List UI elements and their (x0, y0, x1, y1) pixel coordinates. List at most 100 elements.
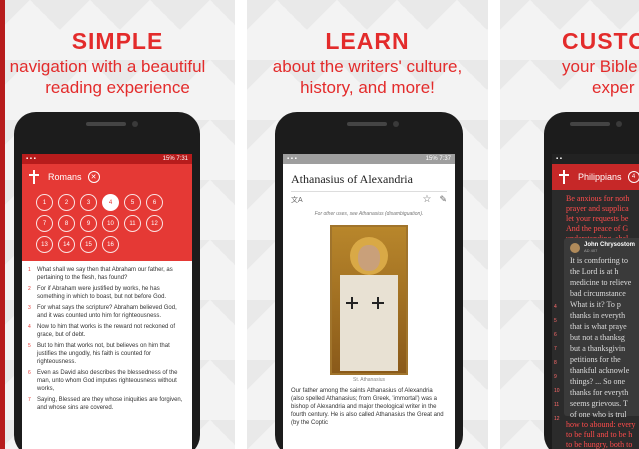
panel-headline: CUSTO (562, 28, 639, 54)
verse-row[interactable]: 6 Even as David also describes the blesse… (22, 369, 192, 393)
verse-number: 3 (28, 305, 31, 311)
chapter-badge[interactable]: 4 (627, 171, 639, 183)
phone-screen: ▪ ▪ Philippians 4 Be anxious for noth pra… (552, 154, 639, 449)
commentary-line: of one who is trul (570, 410, 627, 419)
chapter-button-16[interactable]: 16 (102, 236, 119, 253)
chapter-button-6[interactable]: 6 (146, 194, 163, 211)
chapter-button-13[interactable]: 13 (36, 236, 53, 253)
panel-subline: history, and more! (300, 78, 435, 97)
commentary-line: things? ... So one (570, 377, 626, 386)
verse-number: 2 (28, 286, 31, 292)
verse-list: 1 What shall we say then that Abraham our… (22, 261, 192, 412)
chapter-button-2[interactable]: 2 (58, 194, 75, 211)
verse-row[interactable]: 7 Saying, Blessed are they whose iniquiti… (22, 396, 192, 412)
verse-number: 7 (28, 397, 31, 403)
gutter-verse-number: 10 (554, 388, 560, 394)
app-bar: Philippians 4 (552, 164, 639, 190)
gutter-verse-number: 6 (554, 332, 557, 338)
gutter-verse-number: 4 (554, 304, 557, 310)
chapter-button-10[interactable]: 10 (102, 215, 119, 232)
hatnote: For other uses, see Athanasius (disambig… (314, 211, 424, 217)
chapter-button-8[interactable]: 8 (58, 215, 75, 232)
close-book-icon[interactable]: ✕ (87, 171, 100, 183)
saint-icon-image[interactable] (330, 225, 408, 375)
chapter-button-12[interactable]: 12 (146, 215, 163, 232)
verse-row[interactable]: 3 For what says the scripture? Abraham be… (22, 304, 192, 320)
chapter-button-15[interactable]: 15 (80, 236, 97, 253)
gutter-verse-number: 8 (554, 360, 557, 366)
screenshot-panel-simple: SIMPLE navigation with a beautiful readi… (0, 0, 235, 449)
panel-subline: reading experience (45, 78, 190, 97)
chapter-button-4[interactable]: 4 (102, 194, 119, 211)
verse-row[interactable]: 2 For if Abraham were justified by works,… (22, 285, 192, 301)
cross-logo-icon[interactable] (558, 170, 570, 184)
author-date: AD 407 (584, 248, 598, 253)
verse-number: 4 (28, 324, 31, 330)
commentary-line: What is it? To p (570, 300, 621, 309)
status-bar: ▪ ▪ ▪ 15% 7:31 (22, 154, 192, 164)
book-selector[interactable]: Romans (48, 172, 82, 182)
commentary-line: but not a thanksg (570, 333, 625, 342)
verse-line: Be anxious for noth (566, 194, 630, 203)
book-selector[interactable]: Philippians (578, 172, 622, 182)
commentary-line: thanks for everyth (570, 388, 629, 397)
panel-headline: LEARN (325, 28, 410, 54)
chapter-button-7[interactable]: 7 (36, 215, 53, 232)
star-icon[interactable]: ☆ (422, 194, 431, 205)
verse-text: What shall we say then that Abraham our … (37, 267, 173, 281)
phone-screen: ▪ ▪ ▪ 15% 7:31 Romans ✕ 1 2 3 4 5 6 7 8 9 10 11 12 1… (22, 154, 192, 449)
article-toolbar: 文A ☆ ✎ (283, 192, 455, 207)
notification-icons: ▪ ▪ ▪ (26, 156, 36, 162)
verse-line: to be hungry, both to (566, 440, 633, 449)
gutter-verse-number: 7 (554, 346, 557, 352)
chapter-button-11[interactable]: 11 (124, 215, 141, 232)
verse-text: Now to him that works is the reward not … (37, 324, 176, 338)
verse-text: Even as David also describes the blessed… (37, 370, 178, 392)
notification-icons: ▪ ▪ ▪ (287, 156, 297, 162)
status-bar: ▪ ▪ ▪ 15% 7:37 (283, 154, 455, 164)
phone-frame: ▪ ▪ Philippians 4 Be anxious for noth pra… (544, 112, 639, 449)
gutter-verse-number: 5 (554, 318, 557, 324)
app-bar: Romans ✕ (22, 164, 192, 190)
commentary-line: It is comforting to (570, 256, 628, 265)
verse-line: And the peace of G (566, 224, 629, 233)
status-time: 15% 7:31 (162, 156, 188, 162)
verse-row[interactable]: 5 But to him that works not, but believes… (22, 342, 192, 366)
verse-row[interactable]: 4 Now to him that works is the reward not… (22, 323, 192, 339)
phone-screen: ▪ ▪ ▪ 15% 7:37 Athanasius of Alexandria … (283, 154, 455, 449)
verse-line: to be full and to be h (566, 430, 633, 439)
language-icon[interactable]: 文A (291, 195, 303, 205)
verse-text: Saying, Blessed are they whose iniquitie… (37, 397, 183, 411)
chapter-button-14[interactable]: 14 (58, 236, 75, 253)
commentary-line: bad circumstance (570, 289, 626, 298)
author-avatar (570, 242, 580, 253)
commentary-line: thanks in everyth (570, 311, 626, 320)
verse-text: But to him that works not, but believes … (37, 343, 170, 365)
phone-frame: ▪ ▪ ▪ 15% 7:37 Athanasius of Alexandria … (275, 112, 463, 449)
verse-row[interactable]: 1 What shall we say then that Abraham our… (22, 266, 192, 282)
panel-headline: SIMPLE (71, 28, 164, 54)
commentary-line: that is what praye (570, 322, 627, 331)
chapter-button-1[interactable]: 1 (36, 194, 53, 211)
commentary-line: seems grievous. T (570, 399, 628, 408)
commentary-line: thankful acknowle (570, 366, 630, 375)
commentary-text: It is comforting to the Lord is at h medic… (564, 255, 639, 420)
panel-subline: about the writers' culture, (272, 57, 463, 76)
verse-number: 6 (28, 370, 31, 376)
gutter-verse-number: 12 (554, 416, 560, 422)
chapter-button-3[interactable]: 3 (80, 194, 97, 211)
cross-logo-icon[interactable] (28, 170, 40, 184)
chapter-button-9[interactable]: 9 (80, 215, 97, 232)
verse-text-bottom: how to abound: every to be full and to be… (566, 420, 636, 449)
verse-line: how to abound: every (566, 420, 636, 429)
verse-text-top: Be anxious for noth prayer and supplica le… (552, 190, 639, 244)
commentary-card[interactable]: John Chrysostom AD 407 It is comforting … (564, 238, 639, 419)
verse-text: For if Abraham were justified by works, … (37, 286, 167, 300)
gutter-verse-number: 11 (554, 402, 560, 408)
chapter-button-5[interactable]: 5 (124, 194, 141, 211)
commentary-line: but a thanksgivin (570, 344, 626, 353)
phone-frame: ▪ ▪ ▪ 15% 7:31 Romans ✕ 1 2 3 4 5 6 7 8 9 10 11 12 1… (14, 112, 200, 449)
verse-line: prayer and supplica (566, 204, 629, 213)
edit-pencil-icon[interactable]: ✎ (439, 194, 447, 205)
article-title: Athanasius of Alexandria (291, 172, 413, 186)
